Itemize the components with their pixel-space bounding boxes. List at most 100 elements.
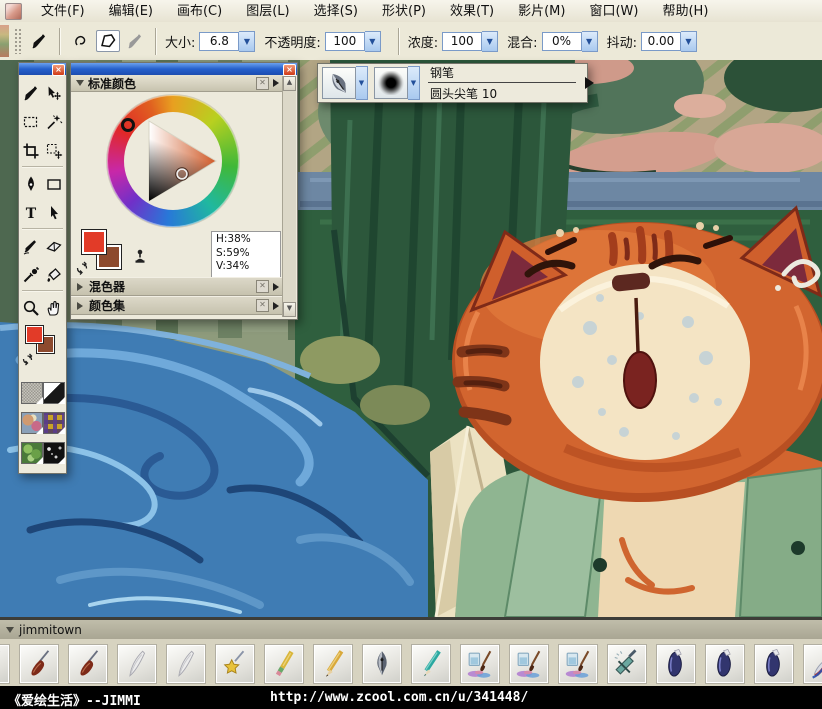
brush-variant-button[interactable] bbox=[374, 67, 408, 99]
color-set-panel-header[interactable]: 颜色集✕ bbox=[71, 296, 283, 315]
jitter-dropdown-icon[interactable]: ▼ bbox=[681, 31, 697, 52]
menu-canvas[interactable]: 画布(C) bbox=[165, 1, 234, 22]
pen-tool[interactable] bbox=[19, 169, 43, 198]
weave-selector[interactable] bbox=[43, 412, 65, 434]
menu-help[interactable]: 帮助(H) bbox=[650, 1, 720, 22]
expand-triangle-icon[interactable] bbox=[77, 302, 83, 310]
brush-tool-icon[interactable] bbox=[27, 29, 51, 53]
swap-colors-icon[interactable] bbox=[75, 261, 89, 275]
blue-marker-brush-icon[interactable] bbox=[705, 644, 745, 684]
blend-dropdown-icon[interactable]: ▼ bbox=[582, 31, 598, 52]
custom-palette-bar[interactable]: jimmitown bbox=[0, 617, 822, 639]
pattern-selector[interactable] bbox=[21, 412, 43, 434]
oil-brush-tool[interactable] bbox=[19, 231, 43, 260]
panel-detach-icon[interactable]: ✕ bbox=[256, 280, 269, 293]
panel-detach-icon[interactable]: ✕ bbox=[256, 299, 269, 312]
opacity-value[interactable]: 100 bbox=[325, 32, 365, 51]
panel-detach-icon[interactable]: ✕ bbox=[256, 77, 269, 90]
density-dropdown-icon[interactable]: ▼ bbox=[482, 31, 498, 52]
density-value[interactable]: 100 bbox=[442, 32, 482, 51]
colors-close-icon[interactable]: × bbox=[283, 64, 296, 76]
primary-color-swatch[interactable] bbox=[81, 229, 107, 255]
nozzle-selector[interactable] bbox=[21, 442, 43, 464]
transform-tool[interactable] bbox=[43, 136, 67, 165]
watercolor-brush-icon[interactable] bbox=[509, 644, 549, 684]
panel-menu-icon[interactable] bbox=[273, 283, 279, 291]
menu-effects[interactable]: 效果(T) bbox=[438, 1, 506, 22]
look-selector[interactable] bbox=[43, 442, 65, 464]
panel-menu-icon[interactable] bbox=[273, 79, 279, 87]
teal-pencil-brush-icon[interactable] bbox=[411, 644, 451, 684]
blue-marker-brush-icon[interactable] bbox=[754, 644, 794, 684]
white-quill-brush-icon[interactable] bbox=[117, 644, 157, 684]
white-quill-brush-icon[interactable] bbox=[166, 644, 206, 684]
airbrush-brush-icon[interactable] bbox=[607, 644, 647, 684]
brush-category-button[interactable] bbox=[322, 67, 356, 99]
magic-wand-tool[interactable] bbox=[43, 107, 67, 136]
crop-tool[interactable] bbox=[19, 136, 43, 165]
scroll-down-icon[interactable]: ▼ bbox=[283, 302, 296, 317]
panel-menu-icon[interactable] bbox=[273, 302, 279, 310]
text-tool[interactable]: T bbox=[19, 198, 43, 227]
panel-scrollbar[interactable]: ▲ ▼ bbox=[282, 76, 296, 317]
rect-select-tool[interactable] bbox=[19, 107, 43, 136]
grabber-tool[interactable] bbox=[43, 293, 67, 322]
yellow-pencil-brush-icon[interactable] bbox=[313, 644, 353, 684]
toolbox-titlebar[interactable]: × bbox=[19, 63, 66, 75]
brush-tool[interactable] bbox=[19, 78, 43, 107]
colors-titlebar[interactable]: × bbox=[71, 63, 297, 75]
toolbox-close-icon[interactable]: × bbox=[52, 64, 65, 76]
brush-flyout-icon[interactable] bbox=[585, 77, 594, 89]
rect-shape-tool[interactable] bbox=[43, 169, 67, 198]
paper-selector[interactable] bbox=[21, 382, 43, 404]
color-wheel[interactable] bbox=[107, 95, 239, 227]
expand-triangle-icon[interactable] bbox=[77, 283, 83, 291]
menu-select[interactable]: 选择(S) bbox=[302, 1, 370, 22]
eraser-tool[interactable] bbox=[43, 231, 67, 260]
menu-movie[interactable]: 影片(M) bbox=[506, 1, 577, 22]
clone-color-stamp-icon[interactable] bbox=[133, 249, 147, 264]
size-dropdown-icon[interactable]: ▼ bbox=[239, 31, 255, 52]
canvas[interactable]: × T × 标准颜色 ✕ bbox=[0, 60, 822, 617]
blue-marker-brush-icon[interactable] bbox=[656, 644, 696, 684]
primary-color-swatch[interactable] bbox=[25, 325, 44, 344]
brush-name-block[interactable]: 钢笔 圆头尖笔 10 bbox=[428, 64, 576, 102]
swap-colors-icon[interactable] bbox=[21, 353, 34, 366]
opacity-dropdown-icon[interactable]: ▼ bbox=[365, 31, 381, 52]
brush-variant-dropdown-icon[interactable]: ▼ bbox=[408, 66, 420, 100]
pen-nib-brush-icon[interactable] bbox=[362, 644, 402, 684]
hue-marker[interactable] bbox=[121, 118, 135, 132]
menu-layers[interactable]: 图层(L) bbox=[234, 1, 301, 22]
scroll-up-icon[interactable]: ▲ bbox=[283, 76, 296, 91]
watercolor-brush-icon[interactable] bbox=[460, 644, 500, 684]
brush-category-dropdown-icon[interactable]: ▼ bbox=[356, 66, 368, 100]
polygon-stroke-icon[interactable] bbox=[96, 30, 120, 52]
standard-colors-header[interactable]: 标准颜色 ✕ bbox=[71, 75, 283, 92]
red-brush-brush-icon[interactable] bbox=[19, 644, 59, 684]
tilt-brush-brush-icon[interactable] bbox=[803, 644, 822, 684]
menu-window[interactable]: 窗口(W) bbox=[577, 1, 650, 22]
menu-file[interactable]: 文件(F) bbox=[29, 1, 97, 22]
menu-shapes[interactable]: 形状(P) bbox=[370, 1, 438, 22]
toolbar-grip[interactable] bbox=[14, 28, 21, 54]
blend-value[interactable]: 0% bbox=[542, 32, 582, 51]
clone-brush-icon[interactable] bbox=[123, 29, 147, 53]
eraser-pencil-brush-icon[interactable] bbox=[264, 644, 304, 684]
collapse-triangle-icon[interactable] bbox=[6, 627, 14, 633]
star-wand-brush-icon[interactable] bbox=[215, 644, 255, 684]
dropper-tool[interactable] bbox=[19, 260, 43, 289]
size-value[interactable]: 6.8 bbox=[199, 32, 239, 51]
collapse-triangle-icon[interactable] bbox=[76, 80, 84, 86]
paint-bucket-tool[interactable] bbox=[43, 260, 67, 289]
gradient-selector[interactable] bbox=[43, 382, 65, 404]
watercolor-brush-icon[interactable] bbox=[558, 644, 598, 684]
menu-edit[interactable]: 编辑(E) bbox=[97, 1, 165, 22]
sv-triangle[interactable] bbox=[124, 112, 222, 210]
red-brush-brush-icon[interactable] bbox=[68, 644, 108, 684]
layer-adjuster-tool[interactable] bbox=[43, 78, 67, 107]
magnifier-tool[interactable] bbox=[19, 293, 43, 322]
mixer-panel-header[interactable]: 混色器✕ bbox=[71, 277, 283, 296]
shape-select-tool[interactable] bbox=[43, 198, 67, 227]
jitter-value[interactable]: 0.00 bbox=[641, 32, 681, 51]
red-brush-brush-icon[interactable] bbox=[0, 644, 10, 684]
